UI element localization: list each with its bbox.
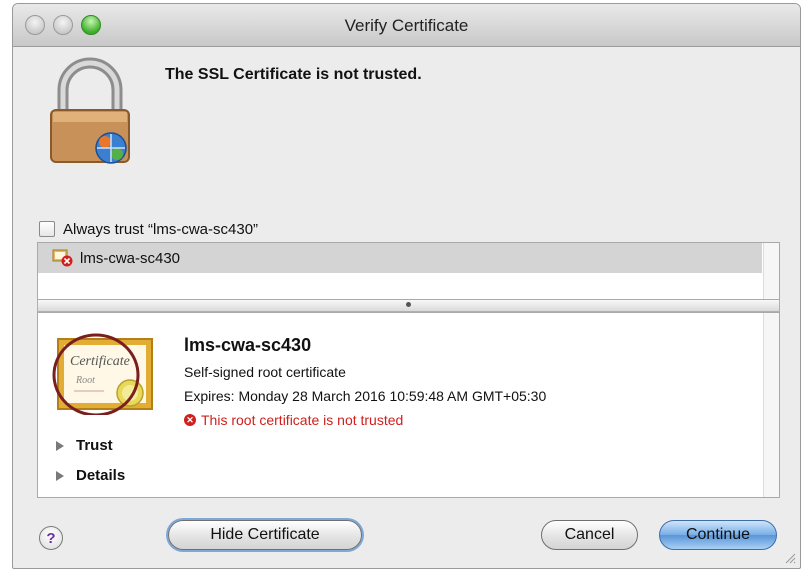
details-disclosure[interactable]: Details bbox=[56, 467, 125, 484]
trust-disclosure[interactable]: Trust bbox=[56, 437, 113, 454]
certificate-chain-list: lms-cwa-sc430 bbox=[37, 242, 780, 300]
resize-grip-icon[interactable] bbox=[784, 552, 796, 564]
padlock-icon bbox=[50, 57, 130, 164]
certificate-list-item-label: lms-cwa-sc430 bbox=[80, 249, 181, 267]
certificate-icon-title: Certificate bbox=[70, 354, 130, 369]
certificate-icon: Certificate Root bbox=[52, 333, 153, 415]
certificate-trust-warning: ✕ This root certificate is not trusted bbox=[184, 412, 403, 428]
certificate-details-pane: Certificate Root lms-cwa-sc430 Self-sign… bbox=[37, 312, 780, 498]
disclosure-triangle-icon bbox=[56, 470, 64, 481]
help-icon: ? bbox=[46, 529, 56, 547]
certificate-error-icon bbox=[52, 249, 73, 267]
trust-disclosure-label: Trust bbox=[76, 437, 113, 454]
always-trust-checkbox[interactable] bbox=[39, 221, 55, 237]
certificate-trust-warning-text: This root certificate is not trusted bbox=[201, 412, 404, 428]
certificate-list-scrollbar[interactable] bbox=[763, 243, 779, 299]
details-disclosure-label: Details bbox=[76, 467, 126, 484]
always-trust-label: Always trust “lms-cwa-sc430” bbox=[63, 220, 259, 238]
verify-certificate-window: Verify Certificate The SSL Certificate i… bbox=[12, 3, 801, 569]
certificate-icon-subtitle: Root bbox=[75, 375, 95, 386]
certificate-type: Self-signed root certificate bbox=[184, 364, 346, 380]
error-icon: ✕ bbox=[184, 414, 196, 426]
certificate-list-item[interactable]: lms-cwa-sc430 bbox=[38, 243, 762, 273]
help-button[interactable]: ? bbox=[39, 526, 63, 550]
window-title: Verify Certificate bbox=[344, 16, 469, 35]
not-trusted-heading: The SSL Certificate is not trusted. bbox=[165, 66, 422, 83]
certificate-expiry: Expires: Monday 28 March 2016 10:59:48 A… bbox=[184, 388, 547, 404]
hide-certificate-button[interactable]: Hide Certificate bbox=[168, 520, 362, 550]
certificate-name: lms-cwa-sc430 bbox=[184, 335, 312, 355]
pane-splitter[interactable] bbox=[37, 300, 780, 312]
title-bar[interactable]: Verify Certificate bbox=[13, 4, 800, 47]
continue-button[interactable]: Continue bbox=[659, 520, 777, 550]
details-scrollbar[interactable] bbox=[763, 313, 779, 497]
splitter-handle-icon bbox=[406, 302, 411, 307]
disclosure-triangle-icon bbox=[56, 440, 64, 451]
cancel-button[interactable]: Cancel bbox=[541, 520, 638, 550]
always-trust-option[interactable]: Always trust “lms-cwa-sc430” bbox=[39, 219, 258, 239]
